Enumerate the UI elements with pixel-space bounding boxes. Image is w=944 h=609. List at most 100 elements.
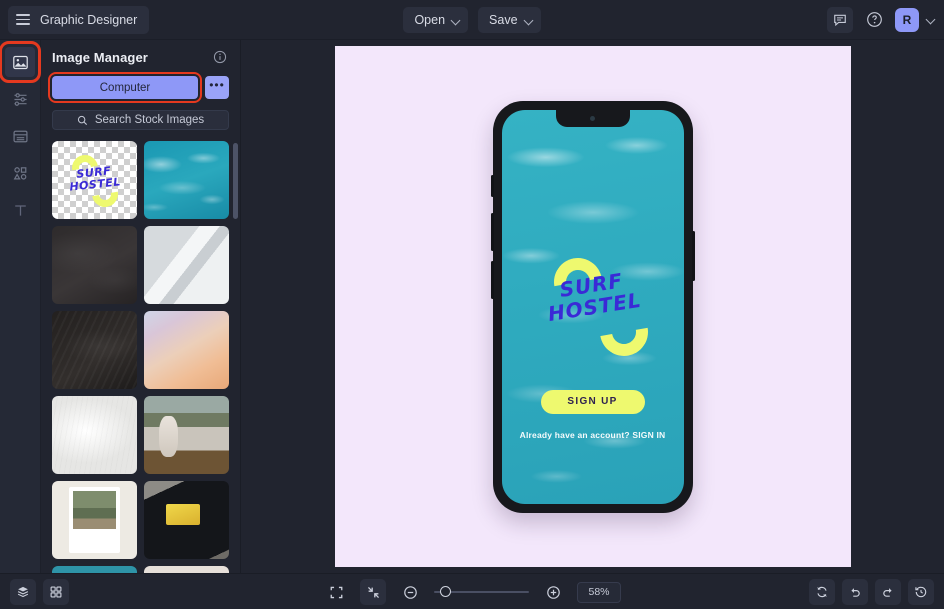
fit-to-screen-icon — [329, 585, 344, 600]
computer-source-button[interactable]: Computer — [52, 76, 198, 99]
polaroid-caption — [94, 531, 95, 535]
undo-button[interactable] — [842, 579, 868, 605]
layout-icon — [12, 128, 29, 145]
top-bar: Graphic Designer Open Save — [0, 0, 944, 40]
computer-source-label: Computer — [100, 82, 151, 94]
zoom-level-text: 58% — [588, 586, 609, 598]
shapes-icon — [12, 165, 29, 182]
thumbnail-item-hand-phone[interactable] — [144, 566, 229, 573]
image-icon — [12, 54, 29, 71]
thumbnail-item-phone-mockup[interactable] — [52, 566, 137, 573]
polaroid-photo — [73, 491, 116, 529]
panel-info-button[interactable] — [210, 47, 230, 67]
thumbnail-scrollbar[interactable] — [233, 143, 238, 219]
help-circle-icon — [866, 11, 883, 28]
save-menu-button[interactable]: Save — [478, 7, 541, 33]
tool-rail — [0, 40, 41, 573]
sidebar-item-shapes[interactable] — [5, 158, 35, 188]
thumbnail-item-woman-on-car[interactable] — [144, 396, 229, 474]
canvas-area[interactable]: SURF HOSTEL SIGN UP Already have an acco… — [241, 40, 944, 573]
search-stock-images-input[interactable]: Search Stock Images — [52, 110, 229, 130]
sidebar-item-layout[interactable] — [5, 121, 35, 151]
refresh-icon — [815, 585, 829, 599]
zoom-level-value[interactable]: 58% — [577, 582, 621, 603]
thumbnail-item-dark-sand[interactable] — [52, 311, 137, 389]
layers-icon — [16, 585, 30, 599]
sign-up-label: SIGN UP — [567, 396, 617, 407]
save-menu-label: Save — [489, 13, 518, 27]
redo-button[interactable] — [875, 579, 901, 605]
grid-view-button[interactable] — [43, 579, 69, 605]
shrink-icon — [366, 585, 381, 600]
design-logo[interactable]: SURF HOSTEL — [502, 252, 684, 372]
more-sources-button[interactable]: ••• — [205, 76, 229, 99]
undo-icon — [848, 585, 862, 599]
help-button[interactable] — [861, 7, 887, 33]
phone-screen[interactable]: SURF HOSTEL SIGN UP Already have an acco… — [502, 110, 684, 504]
phone-side-button — [491, 261, 494, 299]
text-t-icon — [12, 202, 29, 219]
thumbnail-item-phone-screen[interactable] — [144, 481, 229, 559]
thumbnail-item-warm-gradient[interactable] — [144, 311, 229, 389]
sidebar-item-adjust[interactable] — [5, 84, 35, 114]
phone-power-button — [692, 231, 695, 281]
zoom-slider-handle[interactable] — [440, 586, 451, 597]
bottom-bar: 58% — [0, 573, 944, 609]
avatar-initial: R — [903, 13, 912, 27]
info-circle-icon — [213, 50, 227, 64]
avatar[interactable]: R — [895, 8, 919, 32]
thumbnail-grid: SURF HOSTEL — [41, 141, 240, 573]
comment-icon — [833, 13, 847, 27]
plus-circle-icon — [546, 585, 561, 600]
thumbnail-logo-text: SURF HOSTEL — [52, 163, 137, 196]
comment-button[interactable] — [827, 7, 853, 33]
sliders-icon — [12, 91, 29, 108]
minus-circle-icon — [403, 585, 418, 600]
refresh-button[interactable] — [809, 579, 835, 605]
artboard[interactable]: SURF HOSTEL SIGN UP Already have an acco… — [335, 46, 851, 567]
main-body: Image Manager Computer ••• — [0, 40, 944, 573]
app-window: Graphic Designer Open Save — [0, 0, 944, 609]
phone-notch — [556, 110, 630, 127]
image-manager-panel: Image Manager Computer ••• — [41, 40, 241, 573]
history-clock-icon — [914, 585, 928, 599]
sidebar-item-text[interactable] — [5, 195, 35, 225]
grid-icon — [49, 585, 63, 599]
sidebar-item-images[interactable] — [5, 47, 35, 77]
zoom-slider[interactable] — [434, 585, 529, 599]
bottom-left-tools — [10, 579, 69, 605]
thumbnail-item-polaroid-card[interactable] — [52, 481, 137, 559]
fit-to-screen-button[interactable] — [323, 579, 349, 605]
chevron-down-icon — [525, 17, 532, 24]
open-menu-button[interactable]: Open — [403, 7, 468, 33]
polaroid-title — [94, 537, 96, 544]
account-chevron-down-icon[interactable] — [927, 16, 934, 23]
panel-header: Image Manager — [41, 40, 240, 74]
collapse-view-button[interactable] — [360, 579, 386, 605]
phone-mockup[interactable]: SURF HOSTEL SIGN UP Already have an acco… — [493, 101, 693, 513]
bottom-right-tools — [809, 579, 934, 605]
app-menu-chip[interactable]: Graphic Designer — [8, 6, 149, 34]
hamburger-icon — [16, 14, 30, 25]
thumbnail-item-dark-grey[interactable] — [52, 226, 137, 304]
open-menu-label: Open — [414, 13, 445, 27]
zoom-controls: 58% — [0, 574, 944, 609]
panel-title: Image Manager — [52, 50, 148, 65]
history-button[interactable] — [908, 579, 934, 605]
camera-icon — [590, 116, 595, 121]
thumbnail-item-white-diagonal[interactable] — [144, 226, 229, 304]
sign-in-text: Already have an account? SIGN IN — [520, 430, 666, 440]
layers-button[interactable] — [10, 579, 36, 605]
polaroid-card — [69, 487, 120, 553]
more-sources-label: ••• — [209, 78, 225, 92]
zoom-in-button[interactable] — [540, 579, 566, 605]
chevron-down-icon — [452, 17, 459, 24]
thumbnail-item-surf-hostel-logo[interactable]: SURF HOSTEL — [52, 141, 137, 219]
zoom-out-button[interactable] — [397, 579, 423, 605]
sign-in-link[interactable]: Already have an account? SIGN IN — [502, 430, 684, 440]
thumbnail-item-white-paper[interactable] — [52, 396, 137, 474]
sign-up-button[interactable]: SIGN UP — [541, 390, 645, 414]
source-buttons-row: Computer ••• — [41, 74, 240, 99]
app-title: Graphic Designer — [40, 13, 137, 27]
thumbnail-item-teal-water[interactable] — [144, 141, 229, 219]
